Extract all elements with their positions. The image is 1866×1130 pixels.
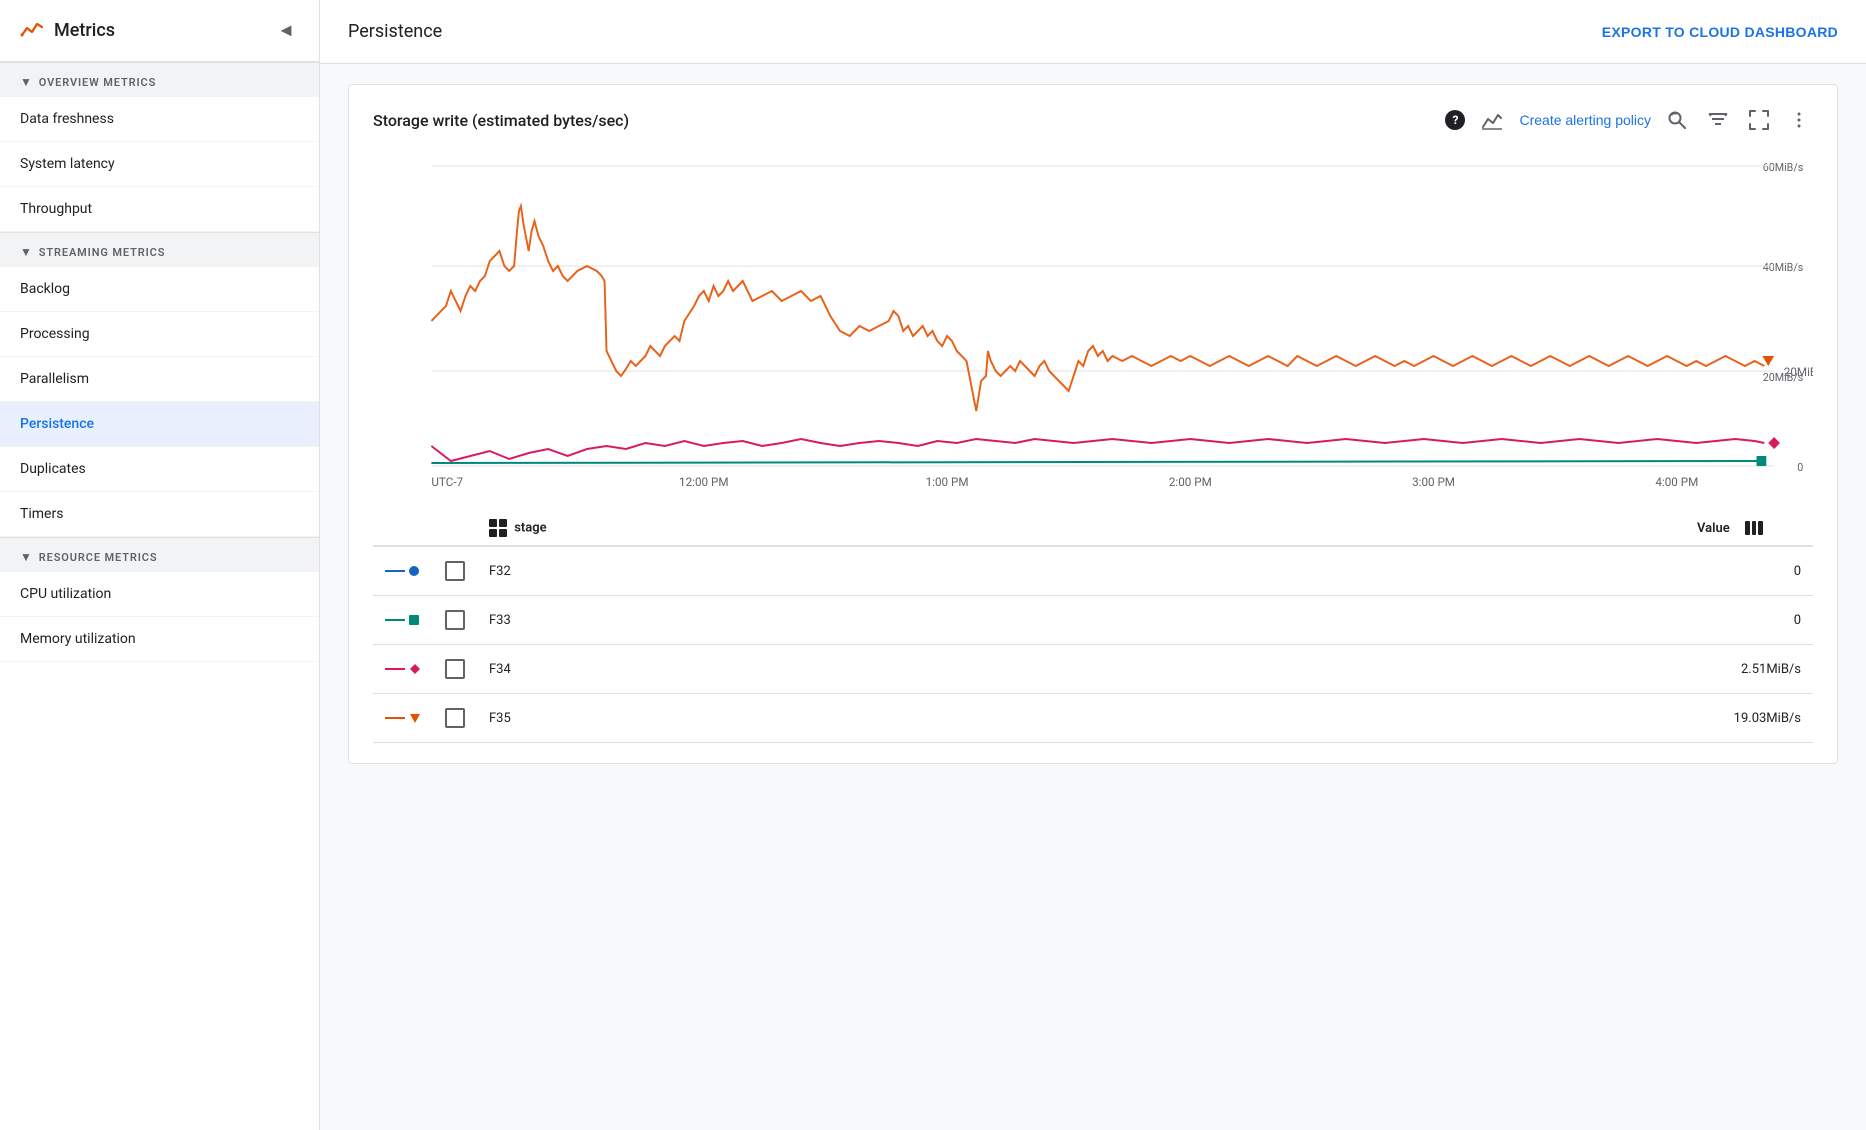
metrics-logo-icon bbox=[20, 19, 44, 43]
legend-checkbox-f32[interactable] bbox=[445, 561, 465, 581]
section-streaming: ▼ STREAMING METRICS bbox=[0, 232, 319, 267]
app-logo: Metrics bbox=[20, 19, 115, 43]
svg-text:UTC-7: UTC-7 bbox=[431, 475, 463, 489]
triangle-down-icon bbox=[409, 712, 421, 724]
table-row: F35 19.03MiB/s bbox=[373, 694, 1813, 743]
legend-value-f35: 19.03MiB/s bbox=[997, 694, 1813, 743]
sidebar-item-persistence[interactable]: Persistence bbox=[0, 402, 319, 447]
legend-stage-col-header: stage bbox=[477, 511, 997, 546]
svg-text:0: 0 bbox=[1797, 461, 1803, 474]
sidebar-item-backlog[interactable]: Backlog bbox=[0, 267, 319, 312]
svg-text:12:00 PM: 12:00 PM bbox=[679, 475, 728, 489]
chart-svg: 60MiB/s 40MiB/s 20MiB/s 0 UTC-7 12:00 PM… bbox=[373, 151, 1813, 491]
sidebar-item-parallelism[interactable]: Parallelism bbox=[0, 357, 319, 402]
metrics-icon-button[interactable] bbox=[1477, 105, 1507, 135]
svg-text:3:00 PM: 3:00 PM bbox=[1412, 475, 1455, 489]
sidebar-item-system-latency[interactable]: System latency bbox=[0, 142, 319, 187]
svg-text:40MiB/s: 40MiB/s bbox=[1763, 261, 1804, 274]
more-options-button[interactable] bbox=[1785, 106, 1813, 134]
svg-text:2:00 PM: 2:00 PM bbox=[1169, 475, 1212, 489]
filter-icon bbox=[1707, 109, 1729, 131]
chart-title: Storage write (estimated bytes/sec) bbox=[373, 111, 1433, 130]
legend-stage-f34: F34 bbox=[477, 645, 997, 694]
sidebar-item-duplicates[interactable]: Duplicates bbox=[0, 447, 319, 492]
section-overview: ▼ OVERVIEW METRICS bbox=[0, 62, 319, 97]
chevron-down-icon: ▼ bbox=[20, 75, 33, 89]
sidebar: Metrics ◄ ▼ OVERVIEW METRICS Data freshn… bbox=[0, 0, 320, 1130]
svg-text:20MiB/s: 20MiB/s bbox=[1784, 365, 1813, 379]
svg-text:60MiB/s: 60MiB/s bbox=[1763, 161, 1804, 174]
sidebar-item-memory-utilization[interactable]: Memory utilization bbox=[0, 617, 319, 662]
legend-checkbox-col-header bbox=[433, 511, 477, 546]
chevron-down-icon-resource: ▼ bbox=[20, 550, 33, 564]
legend-stage-f32: F32 bbox=[477, 546, 997, 596]
chart-toolbar: Storage write (estimated bytes/sec) ? Cr… bbox=[373, 105, 1813, 135]
main-content: Storage write (estimated bytes/sec) ? Cr… bbox=[320, 64, 1866, 1130]
table-row: F34 2.51MiB/s bbox=[373, 645, 1813, 694]
fullscreen-icon-button[interactable] bbox=[1745, 106, 1773, 134]
export-button[interactable]: EXPORT TO CLOUD DASHBOARD bbox=[1602, 24, 1838, 40]
table-row: F32 0 bbox=[373, 546, 1813, 596]
legend-checkbox-f34[interactable] bbox=[445, 659, 465, 679]
create-alerting-button[interactable]: Create alerting policy bbox=[1519, 112, 1651, 128]
legend-stage-f35: F35 bbox=[477, 694, 997, 743]
legend-value-f33: 0 bbox=[997, 596, 1813, 645]
sidebar-item-data-freshness[interactable]: Data freshness bbox=[0, 97, 319, 142]
top-bar: Persistence EXPORT TO CLOUD DASHBOARD bbox=[320, 0, 1866, 64]
sidebar-collapse-button[interactable]: ◄ bbox=[273, 16, 299, 45]
chart-area: 60MiB/s 40MiB/s 20MiB/s 0 UTC-7 12:00 PM… bbox=[373, 151, 1813, 491]
sidebar-item-timers[interactable]: Timers bbox=[0, 492, 319, 537]
legend-checkbox-f35[interactable] bbox=[445, 708, 465, 728]
svg-text:1:00 PM: 1:00 PM bbox=[926, 475, 969, 489]
legend-marker-f32 bbox=[373, 546, 433, 596]
legend-stage-f33: F33 bbox=[477, 596, 997, 645]
sidebar-header: Metrics ◄ bbox=[0, 0, 319, 62]
legend-checkbox-f33[interactable] bbox=[445, 610, 465, 630]
filter-icon-button[interactable] bbox=[1703, 105, 1733, 135]
main-panel: Persistence EXPORT TO CLOUD DASHBOARD St… bbox=[320, 0, 1866, 1130]
legend-value-f32: 0 bbox=[997, 546, 1813, 596]
app-title: Metrics bbox=[54, 20, 115, 41]
sidebar-item-processing[interactable]: Processing bbox=[0, 312, 319, 357]
help-icon[interactable]: ? bbox=[1445, 110, 1465, 130]
diamond-icon bbox=[409, 663, 421, 675]
svg-text:4:00 PM: 4:00 PM bbox=[1655, 475, 1698, 489]
search-icon bbox=[1667, 110, 1687, 130]
columns-view-icon[interactable] bbox=[1745, 521, 1763, 535]
more-icon bbox=[1789, 110, 1809, 130]
table-row: F33 0 bbox=[373, 596, 1813, 645]
chart-mode-icon bbox=[1481, 109, 1503, 131]
legend-table: stage Value bbox=[373, 511, 1813, 743]
legend-marker-f33 bbox=[373, 596, 433, 645]
page-title: Persistence bbox=[348, 21, 442, 42]
chart-card: Storage write (estimated bytes/sec) ? Cr… bbox=[348, 84, 1838, 764]
fullscreen-icon bbox=[1749, 110, 1769, 130]
chevron-down-icon-streaming: ▼ bbox=[20, 245, 33, 259]
legend-marker-f35 bbox=[373, 694, 433, 743]
search-icon-button[interactable] bbox=[1663, 106, 1691, 134]
section-resource: ▼ RESOURCE METRICS bbox=[0, 537, 319, 572]
stage-icon bbox=[489, 519, 507, 537]
legend-value-f34: 2.51MiB/s bbox=[997, 645, 1813, 694]
legend-marker-f34 bbox=[373, 645, 433, 694]
sidebar-item-cpu-utilization[interactable]: CPU utilization bbox=[0, 572, 319, 617]
legend-color-col-header bbox=[373, 511, 433, 546]
sidebar-item-throughput[interactable]: Throughput bbox=[0, 187, 319, 232]
legend-value-col-header: Value bbox=[997, 511, 1813, 546]
